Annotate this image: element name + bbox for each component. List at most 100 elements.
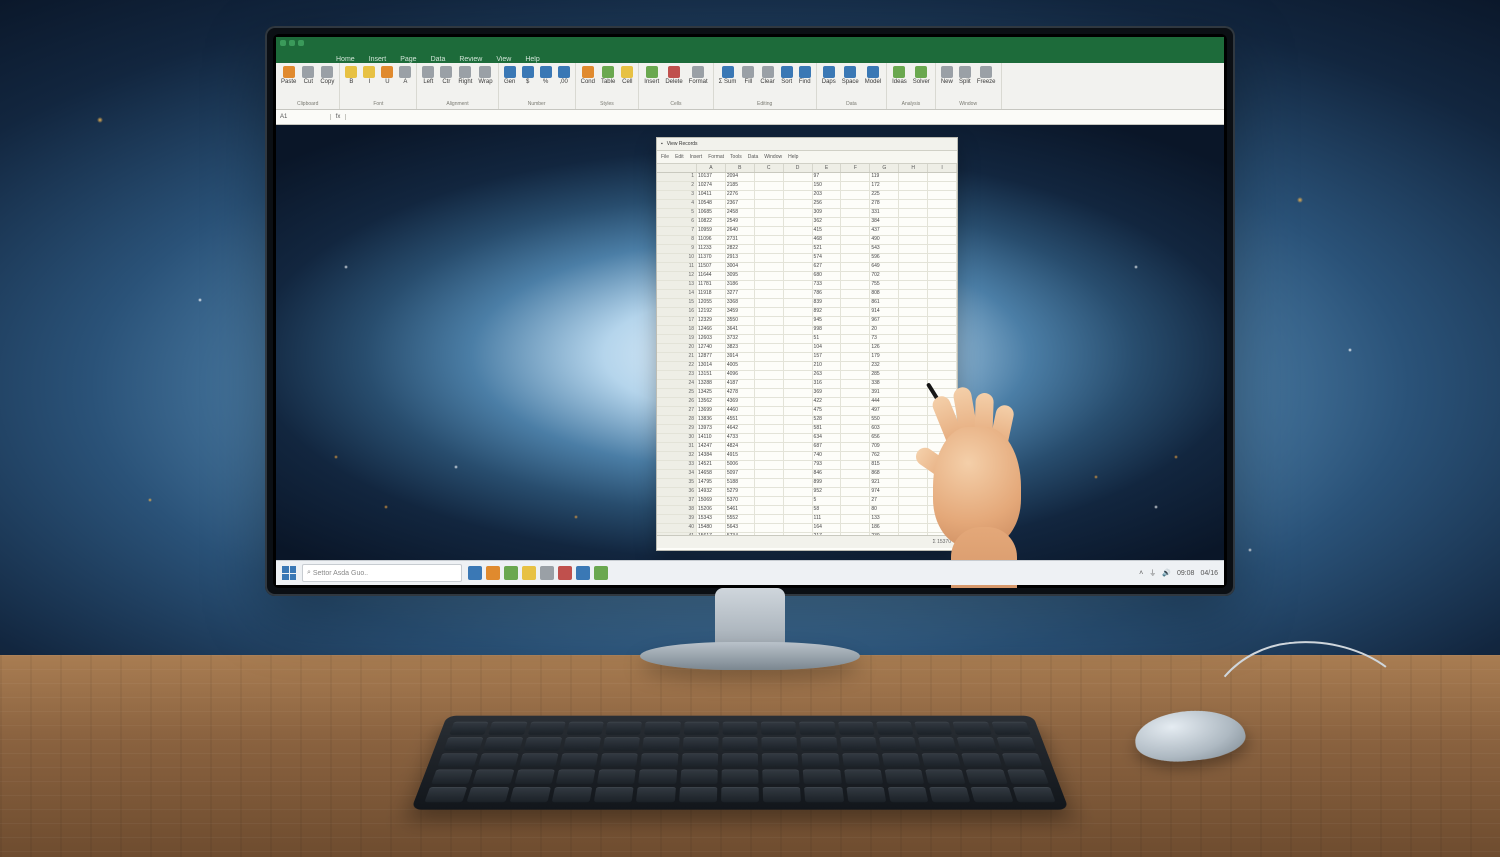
row-header[interactable]: 15 bbox=[657, 299, 697, 307]
cell[interactable]: 574 bbox=[813, 254, 842, 262]
taskbar-app-icon[interactable] bbox=[576, 566, 590, 580]
cell[interactable]: 278 bbox=[870, 200, 899, 208]
cell[interactable] bbox=[755, 272, 784, 280]
cell[interactable] bbox=[928, 182, 957, 190]
cell[interactable] bbox=[784, 533, 813, 535]
menu-item[interactable]: Help bbox=[788, 154, 798, 160]
row-header[interactable]: 24 bbox=[657, 380, 697, 388]
column-header[interactable] bbox=[657, 164, 697, 172]
cell[interactable] bbox=[899, 299, 928, 307]
start-button[interactable] bbox=[282, 566, 296, 580]
cell[interactable] bbox=[784, 308, 813, 316]
table-row[interactable]: 40154805643164186 bbox=[657, 524, 957, 533]
cell[interactable] bbox=[899, 506, 928, 514]
ribbon-button[interactable]: ,00 bbox=[556, 65, 572, 86]
control-icon[interactable]: ▪ bbox=[661, 141, 663, 147]
taskbar-app-icon[interactable] bbox=[522, 566, 536, 580]
cell[interactable] bbox=[899, 398, 928, 406]
table-row[interactable]: 17123293550945967 bbox=[657, 317, 957, 326]
ribbon-button[interactable]: Space bbox=[840, 65, 861, 86]
column-header[interactable]: G bbox=[870, 164, 899, 172]
table-row[interactable]: 191260337325173 bbox=[657, 335, 957, 344]
cell[interactable] bbox=[755, 335, 784, 343]
taskbar-app-icon[interactable] bbox=[486, 566, 500, 580]
cell[interactable] bbox=[841, 326, 870, 334]
row-header[interactable]: 22 bbox=[657, 362, 697, 370]
cell[interactable] bbox=[928, 362, 957, 370]
cell[interactable] bbox=[755, 344, 784, 352]
cell[interactable] bbox=[899, 524, 928, 532]
cell[interactable] bbox=[899, 272, 928, 280]
row-header[interactable]: 30 bbox=[657, 434, 697, 442]
cell[interactable] bbox=[755, 380, 784, 388]
cell[interactable] bbox=[755, 254, 784, 262]
cell[interactable]: 5188 bbox=[726, 479, 755, 487]
ribbon-button[interactable]: Gen bbox=[502, 65, 518, 86]
row-header[interactable]: 40 bbox=[657, 524, 697, 532]
cell[interactable]: 892 bbox=[813, 308, 842, 316]
cell[interactable] bbox=[784, 479, 813, 487]
cell[interactable]: 2458 bbox=[726, 209, 755, 217]
ribbon-button[interactable]: Table bbox=[599, 65, 617, 86]
cell[interactable]: 369 bbox=[813, 389, 842, 397]
table-row[interactable]: 2102742185150172 bbox=[657, 182, 957, 191]
table-row[interactable]: 1812466364199820 bbox=[657, 326, 957, 335]
cell[interactable]: 111 bbox=[813, 515, 842, 523]
cell[interactable]: 4460 bbox=[726, 407, 755, 415]
cell[interactable] bbox=[841, 344, 870, 352]
cell[interactable]: 2913 bbox=[726, 254, 755, 262]
cell[interactable] bbox=[784, 380, 813, 388]
cell[interactable] bbox=[755, 326, 784, 334]
table-row[interactable]: 25134254278369391 bbox=[657, 389, 957, 398]
menu-item[interactable]: Data bbox=[748, 154, 759, 160]
cell[interactable] bbox=[899, 227, 928, 235]
cell[interactable] bbox=[899, 461, 928, 469]
row-header[interactable]: 12 bbox=[657, 272, 697, 280]
cell[interactable] bbox=[899, 290, 928, 298]
cell[interactable] bbox=[899, 380, 928, 388]
cell[interactable]: 15069 bbox=[697, 497, 726, 505]
cell[interactable] bbox=[841, 263, 870, 271]
cell[interactable]: 331 bbox=[870, 209, 899, 217]
row-header[interactable]: 39 bbox=[657, 515, 697, 523]
cell[interactable] bbox=[755, 245, 784, 253]
row-header[interactable]: 10 bbox=[657, 254, 697, 262]
tray-time[interactable]: 09:08 bbox=[1177, 570, 1195, 577]
cell[interactable] bbox=[784, 272, 813, 280]
row-header[interactable]: 27 bbox=[657, 407, 697, 415]
cell[interactable] bbox=[899, 173, 928, 181]
cell[interactable] bbox=[755, 524, 784, 532]
cell[interactable]: 415 bbox=[813, 227, 842, 235]
cell[interactable] bbox=[899, 371, 928, 379]
cell[interactable]: 172 bbox=[870, 182, 899, 190]
cell[interactable] bbox=[841, 254, 870, 262]
cell[interactable] bbox=[899, 362, 928, 370]
cell[interactable]: 133 bbox=[870, 515, 899, 523]
cell[interactable] bbox=[755, 488, 784, 496]
cell[interactable]: 4278 bbox=[726, 389, 755, 397]
table-row[interactable]: 8110962731468490 bbox=[657, 236, 957, 245]
table-row[interactable]: 31142474824687709 bbox=[657, 443, 957, 452]
cell[interactable]: 5552 bbox=[726, 515, 755, 523]
table-row[interactable]: 20127403823104126 bbox=[657, 344, 957, 353]
cell[interactable] bbox=[899, 533, 928, 535]
ribbon-button[interactable]: Copy bbox=[318, 65, 336, 86]
table-row[interactable]: 14119183277786808 bbox=[657, 290, 957, 299]
cell[interactable] bbox=[784, 407, 813, 415]
table-row[interactable]: 12116443095680702 bbox=[657, 272, 957, 281]
ribbon-button[interactable]: U bbox=[379, 65, 395, 86]
cell[interactable] bbox=[899, 389, 928, 397]
cell[interactable]: 12055 bbox=[697, 299, 726, 307]
row-header[interactable]: 9 bbox=[657, 245, 697, 253]
cell[interactable] bbox=[899, 209, 928, 217]
cell[interactable]: 13014 bbox=[697, 362, 726, 370]
cell[interactable] bbox=[755, 497, 784, 505]
cell[interactable] bbox=[784, 281, 813, 289]
cell[interactable] bbox=[899, 479, 928, 487]
cell[interactable] bbox=[928, 290, 957, 298]
cell[interactable]: 945 bbox=[813, 317, 842, 325]
cell[interactable]: 391 bbox=[870, 389, 899, 397]
cell[interactable] bbox=[841, 488, 870, 496]
cell[interactable] bbox=[841, 209, 870, 217]
ribbon-tab[interactable]: Insert bbox=[369, 56, 387, 63]
